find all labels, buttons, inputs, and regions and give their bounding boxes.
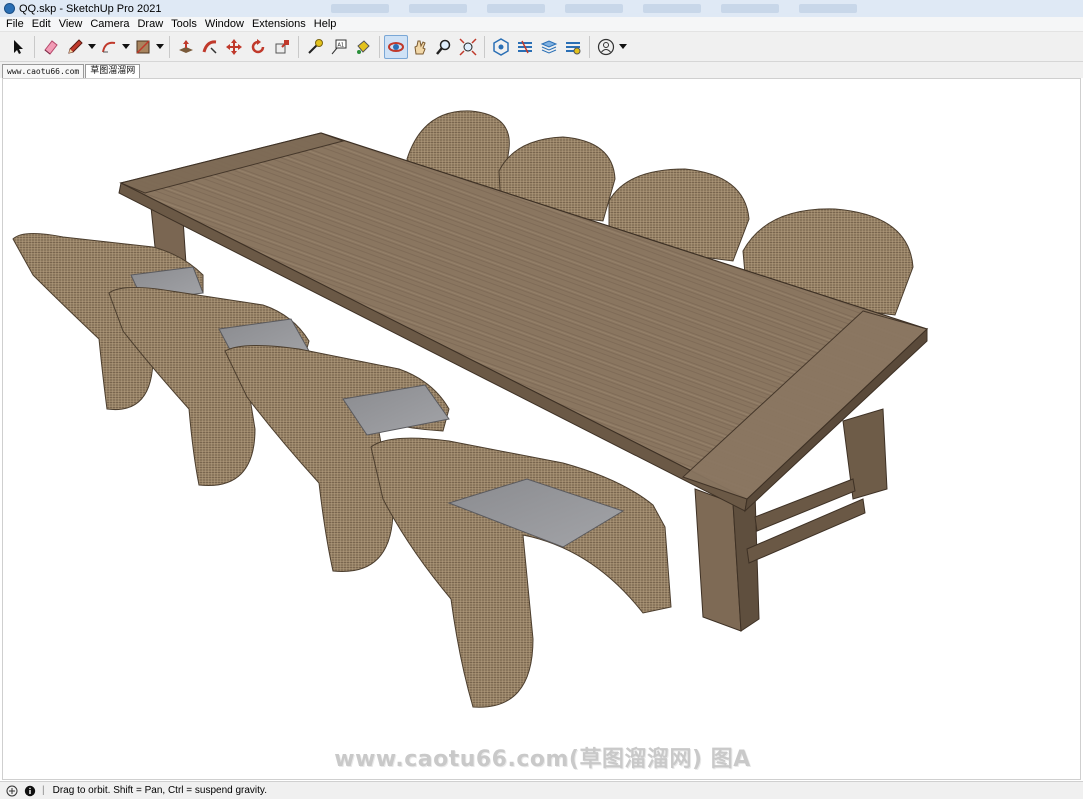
- drawing-viewport[interactable]: www.caotu66.com(草图溜溜网) 图A: [2, 78, 1081, 780]
- pencil-dropdown-chevron-icon[interactable]: [87, 35, 97, 59]
- background-tab: [721, 4, 780, 13]
- background-tab: [799, 4, 858, 13]
- move-icon[interactable]: [222, 35, 246, 59]
- layout-icon[interactable]: [537, 35, 561, 59]
- watermark-text: www.caotu66.com(草图溜溜网) 图A: [334, 747, 751, 772]
- background-tab: [643, 4, 702, 13]
- info-icon[interactable]: [24, 785, 36, 797]
- menu-camera[interactable]: Camera: [86, 18, 133, 30]
- zoom-icon[interactable]: [432, 35, 456, 59]
- status-bar: | Drag to orbit. Shift = Pan, Ctrl = sus…: [0, 781, 1083, 799]
- menu-bar: File Edit View Camera Draw Tools Window …: [0, 17, 1083, 32]
- toolbar-separator: [169, 35, 170, 58]
- menu-help[interactable]: Help: [310, 18, 341, 30]
- paint-bucket-icon[interactable]: [351, 35, 375, 59]
- push-pull-icon[interactable]: [174, 35, 198, 59]
- background-tab: [565, 4, 624, 13]
- scene-tab-website[interactable]: www.caotu66.com: [2, 64, 85, 78]
- follow-me-icon[interactable]: [198, 35, 222, 59]
- toolbar-separator: [379, 35, 380, 58]
- front-chair-4: [370, 437, 672, 708]
- menu-window[interactable]: Window: [201, 18, 248, 30]
- geolocation-icon[interactable]: [6, 785, 18, 797]
- scale-icon[interactable]: [270, 35, 294, 59]
- extension-manager-icon[interactable]: [561, 35, 585, 59]
- rectangle-dropdown-chevron-icon[interactable]: [155, 35, 165, 59]
- background-tab: [331, 4, 390, 13]
- arc-dropdown-chevron-icon[interactable]: [121, 35, 131, 59]
- rotate-icon[interactable]: [246, 35, 270, 59]
- menu-view[interactable]: View: [55, 18, 87, 30]
- background-tab: [409, 4, 468, 13]
- toolbar-separator: [298, 35, 299, 58]
- scene-tab-caotu[interactable]: 草图溜溜网: [85, 64, 141, 78]
- scene-tabs-bar: www.caotu66.com 草图溜溜网: [0, 62, 1083, 78]
- text-icon[interactable]: A1: [327, 35, 351, 59]
- background-taskbar-tabs: [331, 4, 858, 13]
- status-hint: Drag to orbit. Shift = Pan, Ctrl = suspe…: [52, 785, 267, 796]
- profile-icon[interactable]: [594, 35, 618, 59]
- pencil-icon[interactable]: [63, 35, 87, 59]
- orbit-icon[interactable]: [384, 34, 408, 59]
- warehouse-icon[interactable]: [489, 35, 513, 59]
- status-divider: |: [42, 785, 45, 796]
- svg-text:A1: A1: [338, 42, 345, 48]
- main-toolbar: A1: [0, 32, 1083, 62]
- window-title: QQ.skp - SketchUp Pro 2021: [19, 2, 162, 15]
- menu-extensions[interactable]: Extensions: [248, 18, 310, 30]
- profile-dropdown-chevron-icon[interactable]: [618, 35, 628, 59]
- rectangle-icon[interactable]: [131, 35, 155, 59]
- eraser-icon[interactable]: [39, 35, 63, 59]
- pan-icon[interactable]: [408, 35, 432, 59]
- sketchup-app-icon: [4, 3, 15, 14]
- menu-edit[interactable]: Edit: [28, 18, 55, 30]
- title-bar: QQ.skp - SketchUp Pro 2021: [0, 0, 1083, 17]
- select-icon[interactable]: [6, 35, 30, 59]
- toolbar-separator: [589, 35, 590, 58]
- extension-warehouse-icon[interactable]: [513, 35, 537, 59]
- arc-icon[interactable]: [97, 35, 121, 59]
- tape-measure-icon[interactable]: [303, 35, 327, 59]
- zoom-extents-icon[interactable]: [456, 35, 480, 59]
- background-tab: [487, 4, 546, 13]
- toolbar-separator: [34, 35, 35, 58]
- menu-draw[interactable]: Draw: [133, 18, 167, 30]
- menu-file[interactable]: File: [2, 18, 28, 30]
- toolbar-separator: [484, 35, 485, 58]
- rendered-scene: [12, 110, 929, 708]
- menu-tools[interactable]: Tools: [167, 18, 201, 30]
